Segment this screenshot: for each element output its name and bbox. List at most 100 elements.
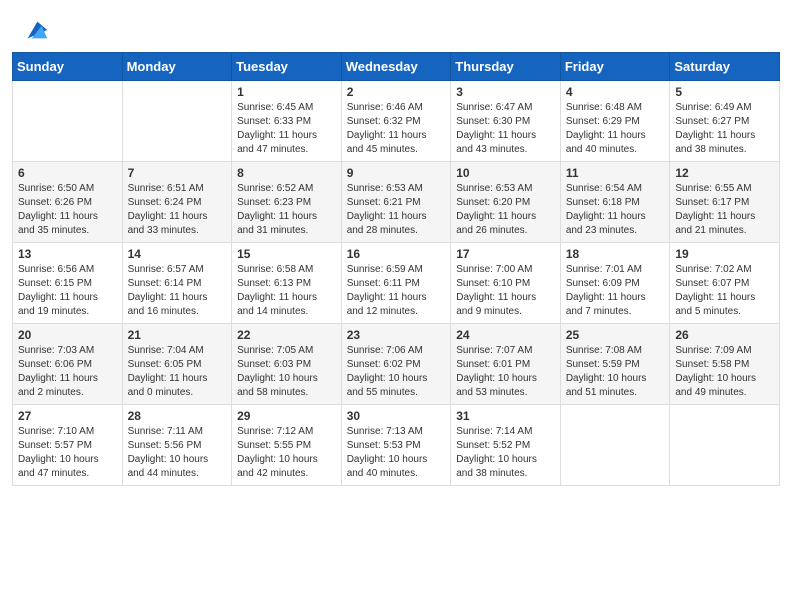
calendar-wrapper: SundayMondayTuesdayWednesdayThursdayFrid…	[0, 52, 792, 498]
day-number: 4	[566, 85, 665, 99]
calendar-cell: 14 Sunrise: 6:57 AM Sunset: 6:14 PM Dayli…	[122, 243, 232, 324]
day-number: 24	[456, 328, 555, 342]
calendar-table: SundayMondayTuesdayWednesdayThursdayFrid…	[12, 52, 780, 486]
calendar-cell: 29 Sunrise: 7:12 AM Sunset: 5:55 PM Dayli…	[232, 405, 342, 486]
calendar-cell: 18 Sunrise: 7:01 AM Sunset: 6:09 PM Dayli…	[560, 243, 670, 324]
calendar-cell	[670, 405, 780, 486]
day-info: Sunrise: 6:57 AM Sunset: 6:14 PM Dayligh…	[128, 263, 227, 319]
day-info: Sunrise: 7:05 AM Sunset: 6:03 PM Dayligh…	[237, 344, 336, 400]
week-row-3: 13 Sunrise: 6:56 AM Sunset: 6:15 PM Dayli…	[13, 243, 780, 324]
calendar-cell: 6 Sunrise: 6:50 AM Sunset: 6:26 PM Daylig…	[13, 162, 123, 243]
day-number: 29	[237, 409, 336, 423]
day-info: Sunrise: 6:49 AM Sunset: 6:27 PM Dayligh…	[675, 101, 774, 157]
calendar-cell: 11 Sunrise: 6:54 AM Sunset: 6:18 PM Dayli…	[560, 162, 670, 243]
weekday-header-row: SundayMondayTuesdayWednesdayThursdayFrid…	[13, 53, 780, 81]
calendar-cell: 20 Sunrise: 7:03 AM Sunset: 6:06 PM Dayli…	[13, 324, 123, 405]
day-info: Sunrise: 7:13 AM Sunset: 5:53 PM Dayligh…	[347, 425, 446, 481]
day-number: 15	[237, 247, 336, 261]
day-info: Sunrise: 7:09 AM Sunset: 5:58 PM Dayligh…	[675, 344, 774, 400]
day-number: 31	[456, 409, 555, 423]
day-number: 18	[566, 247, 665, 261]
day-info: Sunrise: 6:50 AM Sunset: 6:26 PM Dayligh…	[18, 182, 117, 238]
day-info: Sunrise: 7:02 AM Sunset: 6:07 PM Dayligh…	[675, 263, 774, 319]
calendar-cell: 30 Sunrise: 7:13 AM Sunset: 5:53 PM Dayli…	[341, 405, 451, 486]
calendar-cell: 9Sunrise: 6:53 AM Sunset: 6:21 PM Daylig…	[341, 162, 451, 243]
calendar-cell: 8 Sunrise: 6:52 AM Sunset: 6:23 PM Daylig…	[232, 162, 342, 243]
day-info: Sunrise: 6:56 AM Sunset: 6:15 PM Dayligh…	[18, 263, 117, 319]
calendar-cell	[13, 81, 123, 162]
weekday-header-friday: Friday	[560, 53, 670, 81]
logo	[20, 16, 50, 44]
calendar-cell: 2Sunrise: 6:46 AM Sunset: 6:32 PM Daylig…	[341, 81, 451, 162]
day-info: Sunrise: 7:04 AM Sunset: 6:05 PM Dayligh…	[128, 344, 227, 400]
day-number: 8	[237, 166, 336, 180]
day-info: Sunrise: 6:45 AM Sunset: 6:33 PM Dayligh…	[237, 101, 336, 157]
calendar-cell: 4 Sunrise: 6:48 AM Sunset: 6:29 PM Daylig…	[560, 81, 670, 162]
day-info: Sunrise: 6:52 AM Sunset: 6:23 PM Dayligh…	[237, 182, 336, 238]
day-info: Sunrise: 6:48 AM Sunset: 6:29 PM Dayligh…	[566, 101, 665, 157]
header	[0, 0, 792, 52]
week-row-1: 1 Sunrise: 6:45 AM Sunset: 6:33 PM Daylig…	[13, 81, 780, 162]
calendar-cell: 25 Sunrise: 7:08 AM Sunset: 5:59 PM Dayli…	[560, 324, 670, 405]
day-number: 5	[675, 85, 774, 99]
day-number: 7	[128, 166, 227, 180]
day-number: 27	[18, 409, 117, 423]
day-info: Sunrise: 7:06 AM Sunset: 6:02 PM Dayligh…	[347, 344, 446, 400]
day-number: 6	[18, 166, 117, 180]
day-number: 1	[237, 85, 336, 99]
day-info: Sunrise: 6:51 AM Sunset: 6:24 PM Dayligh…	[128, 182, 227, 238]
weekday-header-tuesday: Tuesday	[232, 53, 342, 81]
day-info: Sunrise: 7:01 AM Sunset: 6:09 PM Dayligh…	[566, 263, 665, 319]
day-info: Sunrise: 7:07 AM Sunset: 6:01 PM Dayligh…	[456, 344, 555, 400]
day-number: 2	[347, 85, 446, 99]
day-info: Sunrise: 6:53 AM Sunset: 6:20 PM Dayligh…	[456, 182, 555, 238]
day-number: 3	[456, 85, 555, 99]
day-number: 21	[128, 328, 227, 342]
day-info: Sunrise: 6:54 AM Sunset: 6:18 PM Dayligh…	[566, 182, 665, 238]
week-row-4: 20 Sunrise: 7:03 AM Sunset: 6:06 PM Dayli…	[13, 324, 780, 405]
day-number: 23	[347, 328, 446, 342]
day-info: Sunrise: 7:10 AM Sunset: 5:57 PM Dayligh…	[18, 425, 117, 481]
day-info: Sunrise: 6:58 AM Sunset: 6:13 PM Dayligh…	[237, 263, 336, 319]
weekday-header-thursday: Thursday	[451, 53, 561, 81]
day-info: Sunrise: 6:47 AM Sunset: 6:30 PM Dayligh…	[456, 101, 555, 157]
weekday-header-wednesday: Wednesday	[341, 53, 451, 81]
calendar-cell: 22 Sunrise: 7:05 AM Sunset: 6:03 PM Dayli…	[232, 324, 342, 405]
day-info: Sunrise: 7:03 AM Sunset: 6:06 PM Dayligh…	[18, 344, 117, 400]
day-number: 14	[128, 247, 227, 261]
calendar-cell: 31Sunrise: 7:14 AM Sunset: 5:52 PM Dayli…	[451, 405, 561, 486]
calendar-cell: 7 Sunrise: 6:51 AM Sunset: 6:24 PM Daylig…	[122, 162, 232, 243]
day-number: 28	[128, 409, 227, 423]
calendar-cell: 19 Sunrise: 7:02 AM Sunset: 6:07 PM Dayli…	[670, 243, 780, 324]
day-info: Sunrise: 6:53 AM Sunset: 6:21 PM Dayligh…	[347, 182, 446, 238]
calendar-cell: 13 Sunrise: 6:56 AM Sunset: 6:15 PM Dayli…	[13, 243, 123, 324]
calendar-cell: 10Sunrise: 6:53 AM Sunset: 6:20 PM Dayli…	[451, 162, 561, 243]
day-number: 17	[456, 247, 555, 261]
calendar-cell: 24 Sunrise: 7:07 AM Sunset: 6:01 PM Dayli…	[451, 324, 561, 405]
weekday-header-sunday: Sunday	[13, 53, 123, 81]
calendar-cell: 12 Sunrise: 6:55 AM Sunset: 6:17 PM Dayli…	[670, 162, 780, 243]
day-info: Sunrise: 7:00 AM Sunset: 6:10 PM Dayligh…	[456, 263, 555, 319]
day-number: 26	[675, 328, 774, 342]
day-number: 11	[566, 166, 665, 180]
day-number: 13	[18, 247, 117, 261]
week-row-5: 27 Sunrise: 7:10 AM Sunset: 5:57 PM Dayli…	[13, 405, 780, 486]
day-number: 12	[675, 166, 774, 180]
day-number: 19	[675, 247, 774, 261]
calendar-cell: 3 Sunrise: 6:47 AM Sunset: 6:30 PM Daylig…	[451, 81, 561, 162]
day-number: 20	[18, 328, 117, 342]
day-number: 22	[237, 328, 336, 342]
calendar-cell: 23 Sunrise: 7:06 AM Sunset: 6:02 PM Dayli…	[341, 324, 451, 405]
calendar-cell: 28Sunrise: 7:11 AM Sunset: 5:56 PM Dayli…	[122, 405, 232, 486]
calendar-cell: 27 Sunrise: 7:10 AM Sunset: 5:57 PM Dayli…	[13, 405, 123, 486]
logo-icon	[22, 16, 50, 44]
day-number: 30	[347, 409, 446, 423]
day-number: 25	[566, 328, 665, 342]
week-row-2: 6 Sunrise: 6:50 AM Sunset: 6:26 PM Daylig…	[13, 162, 780, 243]
calendar-cell	[560, 405, 670, 486]
weekday-header-saturday: Saturday	[670, 53, 780, 81]
day-info: Sunrise: 7:12 AM Sunset: 5:55 PM Dayligh…	[237, 425, 336, 481]
day-info: Sunrise: 6:55 AM Sunset: 6:17 PM Dayligh…	[675, 182, 774, 238]
calendar-cell: 1 Sunrise: 6:45 AM Sunset: 6:33 PM Daylig…	[232, 81, 342, 162]
day-info: Sunrise: 7:08 AM Sunset: 5:59 PM Dayligh…	[566, 344, 665, 400]
